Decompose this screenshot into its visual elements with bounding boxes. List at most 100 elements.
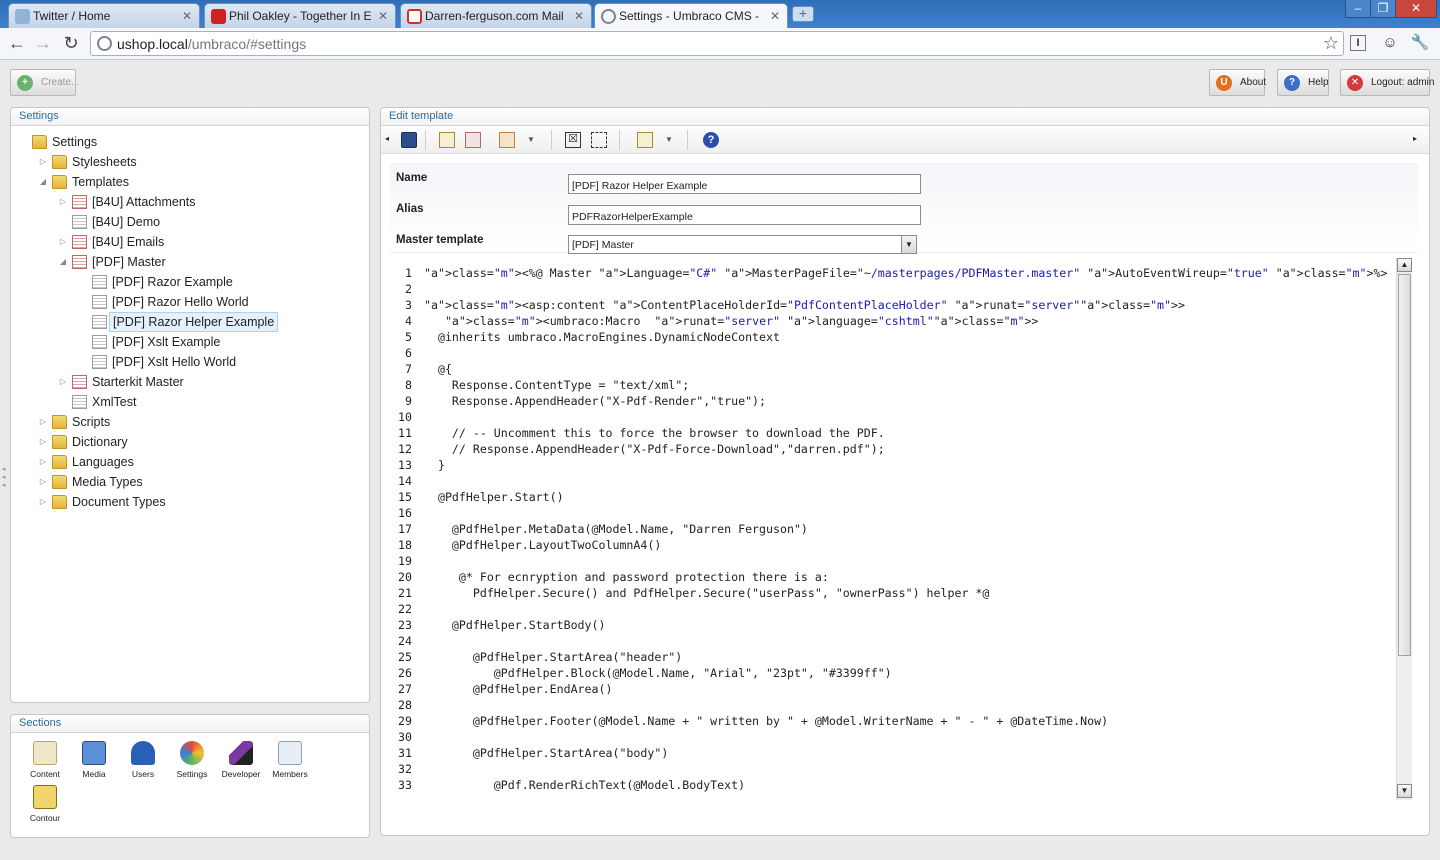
tree-item-label[interactable]: Languages (69, 452, 137, 472)
forward-icon[interactable]: → (32, 32, 54, 54)
tree-item-label[interactable]: [PDF] Xslt Example (109, 332, 223, 352)
toolbar-scroll-right-icon[interactable]: ▸ (1413, 134, 1429, 150)
code-line: 13 } (390, 457, 445, 473)
name-field[interactable] (568, 174, 921, 194)
section-contour[interactable]: Contour (22, 785, 68, 823)
chevron-down-icon[interactable]: ▼ (901, 235, 917, 254)
toolbar-scroll-left-icon[interactable]: ◂ (385, 134, 401, 150)
tree-item-label[interactable]: [PDF] Xslt Hello World (109, 352, 239, 372)
bookmark-star-icon[interactable]: ☆ (1323, 33, 1339, 54)
panel-resize-handle-icon[interactable]: ◂ ◂ ◂ (2, 466, 6, 490)
code-text: "a">class="m"><asp:content "a">ContentPl… (424, 298, 1185, 312)
tree-item-label[interactable]: [PDF] Razor Example (109, 272, 236, 292)
master-template-label: Master template (396, 234, 484, 246)
code-line: 8 Response.ContentType = "text/xml"; (390, 377, 689, 393)
name-label: Name (396, 172, 428, 184)
back-icon[interactable]: ← (6, 32, 28, 54)
code-editor[interactable]: 1 "a">class="m"><%@ Master "a">Language="… (390, 258, 1418, 800)
new-tab-button[interactable]: + (792, 6, 814, 22)
section-content[interactable]: Content (22, 741, 68, 779)
dropdown-arrow-icon[interactable]: ▼ (665, 135, 681, 151)
close-tab-icon[interactable]: ✕ (378, 9, 388, 23)
master-template-select[interactable]: [PDF] Master ▼ (568, 235, 917, 254)
address-bar[interactable]: ushop.local/umbraco/#settings ☆ (90, 31, 1344, 56)
collapse-arrow-icon[interactable]: ◢ (38, 172, 48, 192)
section-media[interactable]: Media (71, 741, 117, 779)
line-number: 33 (398, 778, 412, 792)
close-tab-icon[interactable]: ✕ (770, 9, 780, 23)
reload-icon[interactable]: ↻ (60, 32, 82, 54)
dropdown-arrow-icon[interactable]: ▼ (527, 135, 543, 151)
tree-item-label[interactable]: Media Types (69, 472, 146, 492)
remove-placeholder-icon[interactable]: ☒ (565, 132, 581, 148)
tree-item-label[interactable]: Stylesheets (69, 152, 140, 172)
template-icon (72, 395, 87, 409)
expand-arrow-icon[interactable]: ▷ (38, 152, 48, 172)
page-menu-icon[interactable]: I (1350, 35, 1366, 51)
tree-item-label[interactable]: XmlTest (89, 392, 139, 412)
tree-item-label[interactable]: [B4U] Demo (89, 212, 163, 232)
tree-item-label[interactable]: Templates (69, 172, 132, 192)
expand-arrow-icon[interactable]: ▷ (38, 472, 48, 492)
help-button[interactable]: ? Help (1277, 69, 1329, 96)
insert-macro-icon[interactable] (465, 132, 481, 148)
close-window-button[interactable]: ✕ (1395, 0, 1437, 18)
expand-arrow-icon[interactable]: ▷ (38, 492, 48, 512)
settings-icon (180, 741, 204, 765)
template-icon (92, 355, 107, 369)
code-text: @PdfHelper.Start() (424, 490, 564, 504)
code-line: 16 (390, 505, 424, 521)
tree-item-label[interactable]: [B4U] Attachments (89, 192, 199, 212)
tab-gmail[interactable]: Darren-ferguson.com Mail - Inb ✕ (400, 3, 592, 28)
expand-arrow-icon[interactable]: ▷ (38, 452, 48, 472)
code-text: @PdfHelper.StartBody() (424, 618, 606, 632)
expand-arrow-icon[interactable]: ▷ (38, 412, 48, 432)
minimize-window-button[interactable]: – (1345, 0, 1371, 18)
tree-item-label[interactable]: Dictionary (69, 432, 131, 452)
create-button[interactable]: + Create... (10, 69, 79, 96)
section-members[interactable]: Members (267, 741, 313, 779)
tree-item-label[interactable]: [PDF] Razor Helper Example (109, 312, 279, 332)
insert-snippet-icon[interactable] (637, 132, 653, 148)
extension-icon[interactable]: ☺ (1380, 33, 1400, 53)
tab-twitter[interactable]: Twitter / Home ✕ (8, 3, 200, 28)
tree-item-label[interactable]: Starterkit Master (89, 372, 187, 392)
placeholder-icon[interactable] (591, 132, 607, 148)
section-developer[interactable]: Developer (218, 741, 264, 779)
section-users[interactable]: Users (120, 741, 166, 779)
scroll-up-icon[interactable]: ▲ (1397, 258, 1412, 272)
tab-youtube[interactable]: Phil Oakley - Together In Elect ✕ (204, 3, 396, 28)
url-text[interactable]: ushop.local/umbraco/#settings (117, 36, 306, 52)
template-icon (92, 335, 107, 349)
page-globe-icon (97, 36, 112, 51)
insert-field-icon[interactable] (439, 132, 455, 148)
scroll-thumb[interactable] (1398, 274, 1411, 656)
expand-arrow-icon[interactable]: ▷ (58, 192, 68, 212)
save-icon[interactable] (401, 132, 417, 148)
close-tab-icon[interactable]: ✕ (182, 9, 192, 23)
code-line: 19 (390, 553, 424, 569)
alias-field[interactable] (568, 205, 921, 225)
tree-item-label[interactable]: [PDF] Master (89, 252, 169, 272)
expand-arrow-icon[interactable]: ▷ (38, 432, 48, 452)
about-button[interactable]: U About (1209, 69, 1266, 96)
maximize-window-button[interactable]: ❐ (1370, 0, 1396, 18)
tree-item-label[interactable]: [B4U] Emails (89, 232, 167, 252)
wrench-icon[interactable]: 🔧 (1410, 33, 1430, 53)
close-tab-icon[interactable]: ✕ (574, 9, 584, 23)
collapse-arrow-icon[interactable]: ◢ (58, 252, 68, 272)
logout-button[interactable]: ✕ Logout: admin (1340, 69, 1434, 96)
tree-item-label[interactable]: Settings (49, 132, 100, 152)
section-settings[interactable]: Settings (169, 741, 215, 779)
tree-item-label[interactable]: Scripts (69, 412, 113, 432)
tree-item-label[interactable]: Document Types (69, 492, 169, 512)
code-scrollbar[interactable]: ▲ ▼ (1396, 258, 1412, 800)
scroll-down-icon[interactable]: ▼ (1397, 784, 1412, 798)
expand-arrow-icon[interactable]: ▷ (58, 232, 68, 252)
expand-arrow-icon[interactable]: ▷ (58, 372, 68, 392)
tab-umbraco-settings[interactable]: Settings - Umbraco CMS - usho ✕ (594, 3, 788, 29)
tree-item-label[interactable]: [PDF] Razor Hello World (109, 292, 252, 312)
line-number: 11 (398, 426, 412, 440)
help-icon[interactable]: ? (703, 132, 719, 148)
insert-content-area-icon[interactable] (499, 132, 515, 148)
